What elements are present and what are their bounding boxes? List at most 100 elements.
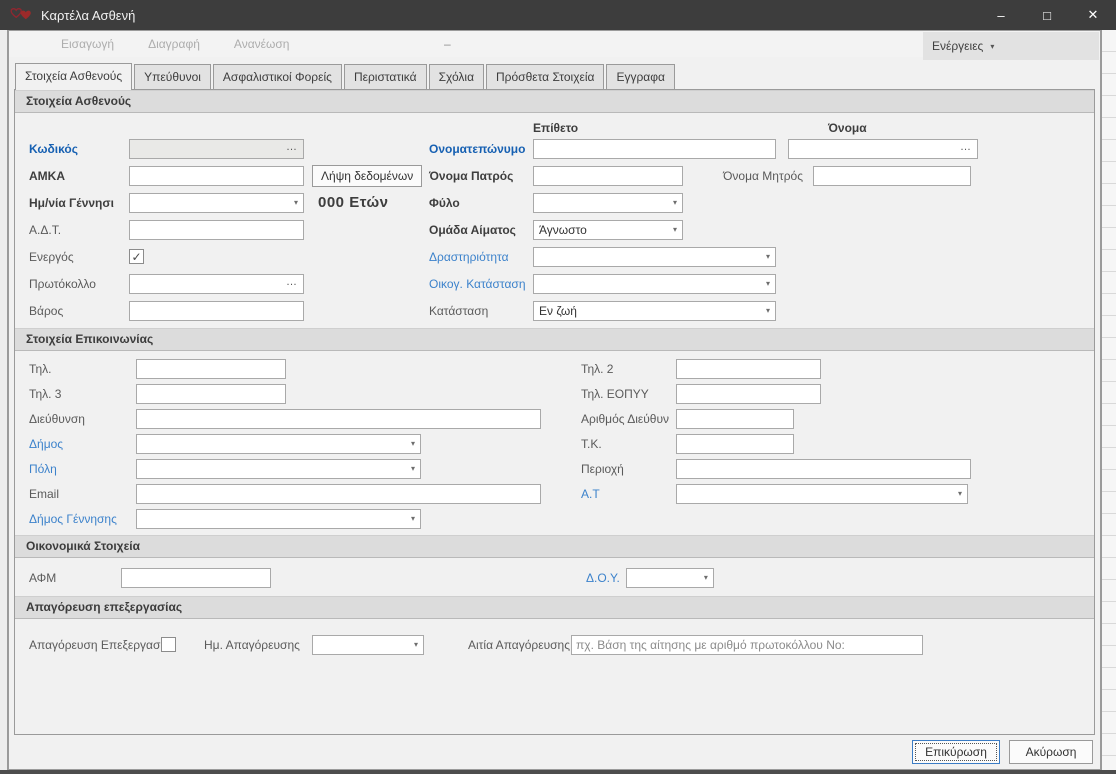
marital-status-select[interactable]: ▾ (533, 274, 776, 294)
marital-status-label: Οικογ. Κατάσταση (429, 277, 533, 291)
gender-select[interactable]: ▾ (533, 193, 683, 213)
minimize-icon[interactable]: – (978, 0, 1024, 30)
patient-right-column: Επίθετο Όνομα Ονοματεπώνυμο … Όνομα Πατρ… (429, 118, 1094, 324)
restriction-checkbox[interactable] (161, 637, 176, 652)
surname-input[interactable] (533, 139, 776, 159)
toolbar-insert-button[interactable]: Εισαγωγή (61, 37, 114, 51)
address-input[interactable] (136, 409, 541, 429)
birth-municipality-select[interactable]: ▾ (136, 509, 421, 529)
amka-input[interactable] (129, 166, 304, 186)
mother-name-input[interactable] (813, 166, 971, 186)
toolbar-delete-button[interactable]: Διαγραφή (148, 37, 200, 51)
code-ellipsis-icon[interactable]: … (284, 142, 303, 156)
fetch-data-button[interactable]: Λήψη δεδομένων (312, 165, 422, 187)
toolbar-refresh-button[interactable]: Ανανέωση (234, 37, 290, 51)
tab-insurance-providers[interactable]: Ασφαλιστικοί Φορείς (213, 64, 342, 89)
activity-select[interactable]: ▾ (533, 247, 776, 267)
amka-label: ΑΜΚΑ (29, 169, 129, 183)
tab-comments[interactable]: Σχόλια (429, 64, 484, 89)
afm-label: ΑΦΜ (29, 571, 121, 585)
father-name-input[interactable] (533, 166, 683, 186)
protocol-input[interactable] (130, 275, 284, 293)
actions-menu-button[interactable]: Ενέργειες ▾ (923, 32, 1099, 60)
police-dept-label: Α.Τ (581, 487, 676, 501)
postal-code-input[interactable] (676, 434, 794, 454)
restriction-reason-input[interactable] (571, 635, 923, 655)
address-label: Διεύθυνση (29, 412, 136, 426)
address-number-label: Αριθμός Διεύθυν (581, 412, 676, 426)
contact-section: Τηλ. Τηλ. 3 Διεύθυνση Δήμος (15, 351, 1094, 535)
phone2-input[interactable] (676, 359, 821, 379)
phone-eopyy-label: Τηλ. ΕΟΠΥΥ (581, 387, 676, 401)
close-icon[interactable]: ✕ (1070, 0, 1116, 30)
contact-left-column: Τηλ. Τηλ. 3 Διεύθυνση Δήμος (29, 356, 581, 531)
group-header-financial: Οικονομικά Στοιχεία (15, 535, 1094, 558)
tab-patient-details[interactable]: Στοιχεία Ασθενούς (15, 63, 132, 90)
restriction-date-label: Ημ. Απαγόρευσης (204, 638, 304, 652)
restriction-date-select[interactable]: ▾ (312, 635, 424, 655)
police-dept-select[interactable]: ▾ (676, 484, 968, 504)
adt-label: Α.Δ.Τ. (29, 223, 129, 237)
adt-input[interactable] (129, 220, 304, 240)
tab-guardians[interactable]: Υπεύθυνοι (134, 64, 211, 89)
police-dept-caret-icon: ▾ (958, 489, 962, 498)
marital-status-caret-icon: ▾ (766, 279, 770, 288)
municipality-select[interactable]: ▾ (136, 434, 421, 454)
maximize-icon[interactable]: □ (1024, 0, 1070, 30)
name-column-header: Όνομα (828, 121, 867, 135)
blood-type-select[interactable]: Άγνωστο ▾ (533, 220, 683, 240)
birthdate-label: Ημ/νία Γέννησι (29, 196, 129, 210)
gender-caret-icon: ▾ (673, 198, 677, 207)
city-label: Πόλη (29, 462, 136, 476)
email-label: Email (29, 487, 136, 501)
phone2-label: Τηλ. 2 (581, 362, 676, 376)
titlebar[interactable]: Καρτέλα Ασθενή – □ ✕ (0, 0, 1116, 30)
postal-code-label: Τ.Κ. (581, 437, 676, 451)
protocol-field[interactable]: … (129, 274, 304, 294)
code-field[interactable]: … (129, 139, 304, 159)
restriction-date-caret-icon: ▾ (414, 640, 418, 649)
tab-incidents[interactable]: Περιστατικά (344, 64, 427, 89)
status-value: Εν ζωή (539, 304, 577, 318)
group-header-patient: Στοιχεία Ασθενούς (15, 90, 1094, 113)
weight-input[interactable] (129, 301, 304, 321)
protocol-ellipsis-icon[interactable]: … (284, 277, 303, 291)
tab-documents[interactable]: Εγγραφα (606, 64, 675, 89)
background-window-left-edge (0, 30, 8, 770)
birthdate-select[interactable]: ▾ (129, 193, 304, 213)
birth-municipality-label: Δήμος Γέννησης (29, 512, 136, 526)
firstname-ellipsis-icon[interactable]: … (958, 142, 977, 156)
firstname-field[interactable]: … (788, 139, 978, 159)
restriction-reason-label: Αιτία Απαγόρευσης (468, 638, 565, 652)
financial-section: ΑΦΜ Δ.Ο.Υ. ▾ (15, 558, 1094, 596)
doy-select[interactable]: ▾ (626, 568, 714, 588)
email-input[interactable] (136, 484, 541, 504)
afm-input[interactable] (121, 568, 271, 588)
phone-label: Τηλ. (29, 362, 136, 376)
phone3-input[interactable] (136, 384, 286, 404)
age-text: 000 Ετών (318, 194, 389, 211)
firstname-input[interactable] (789, 140, 958, 158)
municipality-caret-icon: ▾ (411, 439, 415, 448)
actions-menu-label: Ενέργειες (932, 39, 983, 53)
tab-extra-details[interactable]: Πρόσθετα Στοιχεία (486, 64, 604, 89)
status-select[interactable]: Εν ζωή ▾ (533, 301, 776, 321)
status-label: Κατάσταση (429, 304, 533, 318)
address-number-input[interactable] (676, 409, 794, 429)
app-logo-hearts-icon (10, 6, 34, 24)
cancel-button[interactable]: Ακύρωση (1009, 740, 1093, 764)
phone-eopyy-input[interactable] (676, 384, 821, 404)
doy-label: Δ.Ο.Υ. (586, 571, 620, 585)
activity-label: Δραστηριότητα (429, 250, 533, 264)
window-controls: – □ ✕ (978, 0, 1116, 30)
phone-input[interactable] (136, 359, 286, 379)
group-header-contact: Στοιχεία Επικοινωνίας (15, 328, 1094, 351)
active-checkbox[interactable]: ✓ (129, 249, 144, 264)
city-caret-icon: ▾ (411, 464, 415, 473)
city-select[interactable]: ▾ (136, 459, 421, 479)
dialog-footer: Επικύρωση Ακύρωση (9, 735, 1100, 769)
area-input[interactable] (676, 459, 971, 479)
blood-type-value: Άγνωστο (539, 223, 587, 237)
confirm-button[interactable]: Επικύρωση (912, 740, 1000, 764)
window-bottom-edge (0, 770, 1116, 774)
